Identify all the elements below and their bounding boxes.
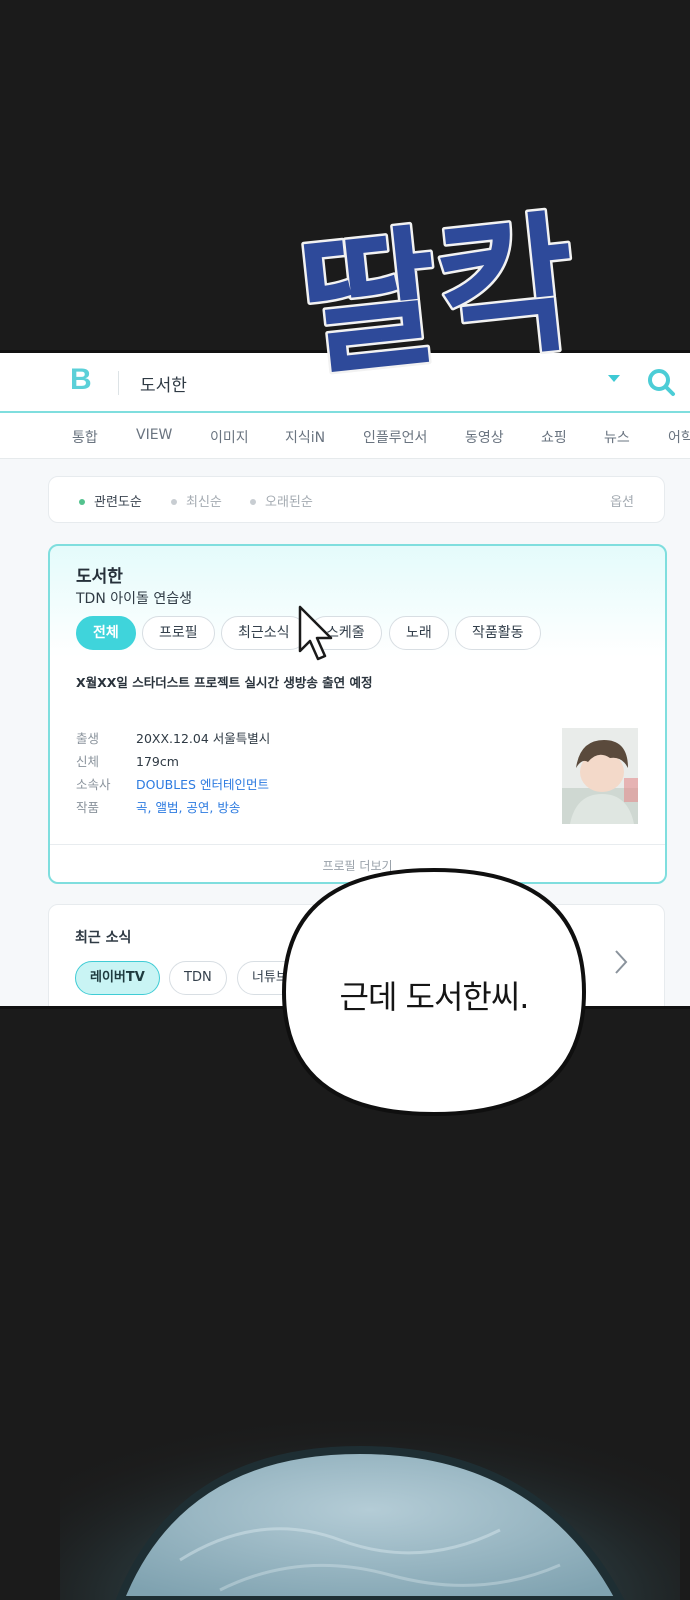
profile-photo[interactable] bbox=[562, 728, 638, 824]
background-orb bbox=[60, 1330, 680, 1600]
tab-knowledge[interactable]: 지식iN bbox=[285, 427, 325, 447]
tab-language[interactable]: 어학 bbox=[668, 427, 690, 447]
search-tabs: 통합 VIEW 이미지 지식iN 인플루언서 동영상 쇼핑 뉴스 어학 bbox=[0, 413, 690, 459]
info-row-birth: 출생 20XX.12.04 서울특별시 bbox=[76, 728, 270, 747]
tab-news[interactable]: 뉴스 bbox=[604, 427, 630, 447]
speech-text: 근데 도서한씨. bbox=[339, 978, 530, 1016]
info-row-works: 작품 곡, 앨범, 공연, 방송 bbox=[76, 797, 240, 816]
chip-profile[interactable]: 프로필 bbox=[142, 616, 215, 650]
chip-works[interactable]: 작품활동 bbox=[455, 616, 541, 650]
sound-effect: 딸칵 bbox=[300, 194, 587, 401]
sort-relevance-label: 관련도순 bbox=[94, 495, 142, 510]
agency-link[interactable]: DOUBLES 엔터테인먼트 bbox=[136, 777, 269, 792]
dot-icon bbox=[171, 498, 177, 505]
chip-songs[interactable]: 노래 bbox=[389, 616, 449, 650]
chip-all[interactable]: 전체 bbox=[76, 616, 136, 650]
profile-notice[interactable]: X월XX일 스타더스트 프로젝트 실시간 생방송 출연 예정 bbox=[76, 672, 373, 691]
active-dot-icon bbox=[79, 498, 85, 505]
sort-bar: 관련도순 최신순 오래된순 옵션 bbox=[48, 476, 665, 523]
sort-oldest-label: 오래된순 bbox=[265, 495, 313, 510]
news-title: 최근 소식 bbox=[75, 930, 132, 946]
chip-recent-news[interactable]: 최근소식 bbox=[221, 616, 307, 650]
dot-icon bbox=[250, 498, 256, 505]
info-value: 179cm bbox=[136, 754, 179, 769]
tab-influencer[interactable]: 인플루언서 bbox=[363, 427, 427, 447]
profile-subtitle: TDN 아이돌 연습생 bbox=[76, 591, 192, 607]
sort-latest[interactable]: 최신순 bbox=[171, 491, 222, 510]
logo[interactable]: B bbox=[70, 363, 92, 397]
tab-video[interactable]: 동영상 bbox=[465, 427, 504, 447]
profile-name: 도서한 bbox=[76, 567, 123, 587]
info-key: 출생 bbox=[76, 731, 100, 746]
header-divider bbox=[118, 371, 119, 395]
info-key: 작품 bbox=[76, 800, 100, 815]
search-icon[interactable] bbox=[646, 367, 676, 397]
dropdown-icon[interactable] bbox=[608, 375, 620, 382]
sort-relevance[interactable]: 관련도순 bbox=[79, 491, 142, 510]
info-value: 20XX.12.04 서울특별시 bbox=[136, 731, 271, 746]
sort-oldest[interactable]: 오래된순 bbox=[250, 491, 313, 510]
info-row-agency: 소속사 DOUBLES 엔터테인먼트 bbox=[76, 774, 269, 793]
works-link[interactable]: 곡, 앨범, 공연, 방송 bbox=[136, 800, 240, 815]
search-input[interactable]: 도서한 bbox=[140, 371, 187, 396]
sort-latest-label: 최신순 bbox=[186, 495, 222, 510]
profile-card: 도서한 TDN 아이돌 연습생 전체 프로필 최근소식 스케줄 노래 작품활동 … bbox=[48, 544, 667, 884]
tab-all[interactable]: 통합 bbox=[72, 427, 98, 447]
info-key: 신체 bbox=[76, 754, 100, 769]
news-chip-tdn[interactable]: TDN bbox=[169, 961, 227, 995]
news-chip-raybertv[interactable]: 레이버TV bbox=[75, 961, 160, 995]
cursor-icon bbox=[298, 605, 333, 661]
sound-effect-text: 딸칵 bbox=[300, 196, 584, 398]
card-divider bbox=[50, 844, 665, 845]
info-row-body: 신체 179cm bbox=[76, 751, 179, 770]
options-button[interactable]: 옵션 bbox=[610, 491, 634, 510]
chevron-right-icon[interactable] bbox=[611, 947, 631, 977]
tab-shopping[interactable]: 쇼핑 bbox=[541, 427, 567, 447]
tab-view[interactable]: VIEW bbox=[136, 427, 172, 443]
tab-images[interactable]: 이미지 bbox=[210, 427, 249, 447]
info-key: 소속사 bbox=[76, 777, 111, 792]
